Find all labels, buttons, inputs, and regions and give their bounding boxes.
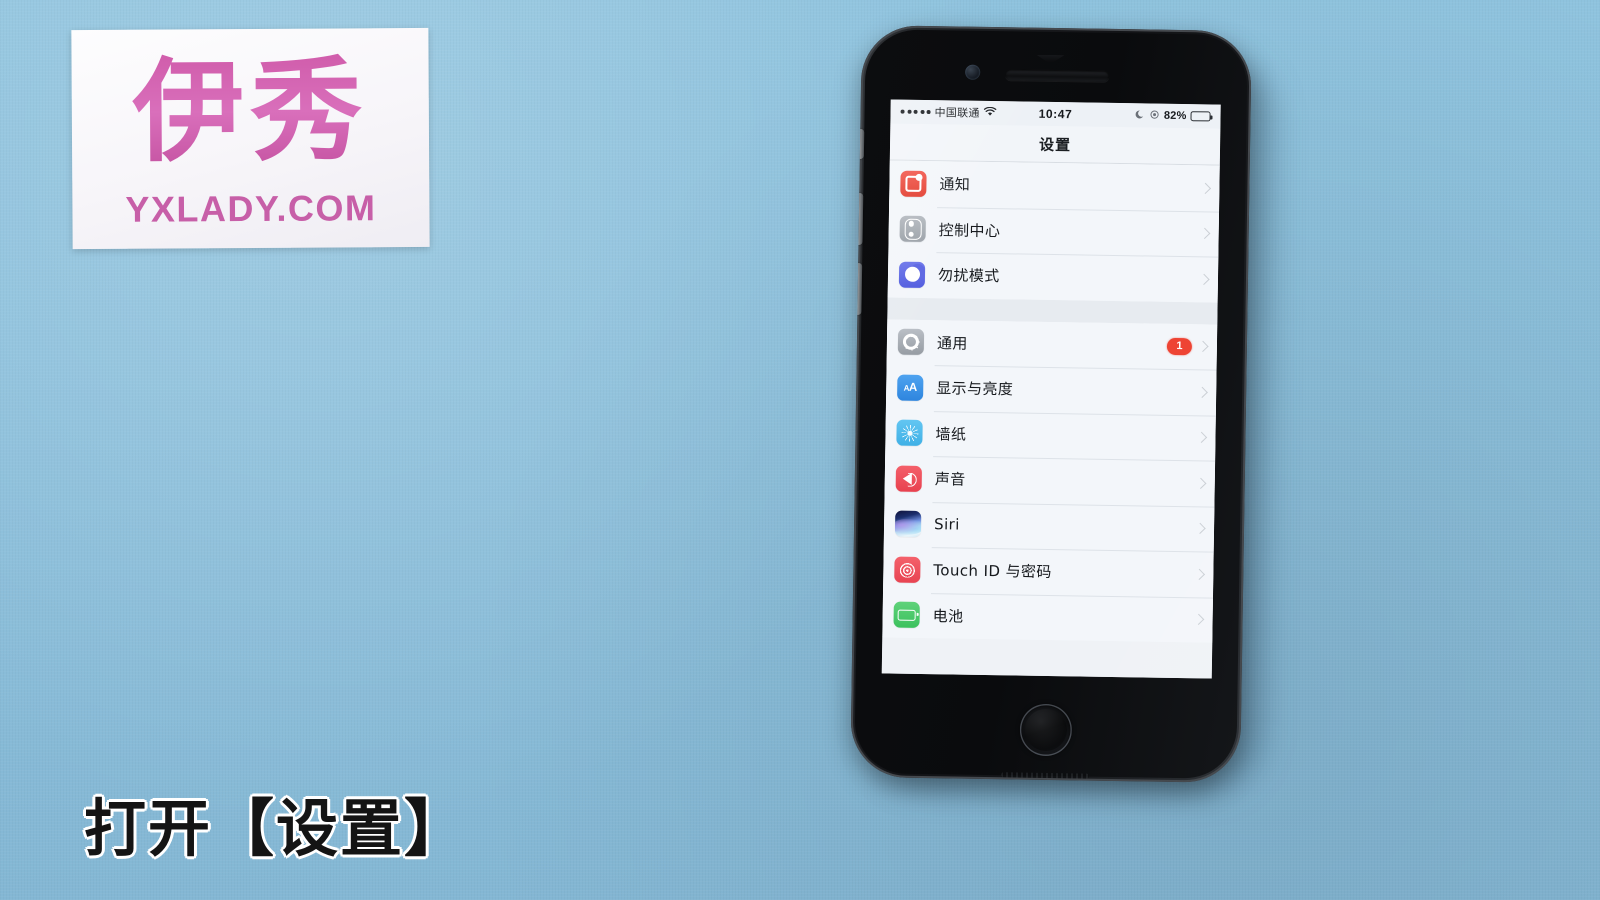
- row-accessory: [1195, 431, 1215, 444]
- row-label: 声音: [934, 470, 966, 489]
- earpiece-speaker-icon: [1005, 69, 1110, 82]
- row-label: Touch ID 与密码: [933, 561, 1052, 582]
- settings-group-2: 通用 1 AA 显示与亮度 墙纸 声音 Siri Touch ID 与密码 电池: [882, 318, 1218, 643]
- brand-logo-text: 伊秀: [71, 44, 429, 180]
- touch-id-icon: [894, 556, 921, 583]
- battery-icon: [1190, 111, 1213, 122]
- location-icon: [1150, 109, 1160, 122]
- status-bar-right: 82%: [1135, 109, 1213, 123]
- chevron-right-icon: [1193, 568, 1206, 580]
- sounds-icon: [895, 465, 923, 492]
- chevron-right-icon: [1195, 477, 1207, 489]
- row-accessory: [1193, 568, 1213, 580]
- row-label: 电池: [932, 606, 964, 626]
- settings-row-general[interactable]: 通用 1: [886, 318, 1218, 370]
- status-bar: 中国联通 10:47 82%: [890, 99, 1221, 129]
- status-badge: 1: [1166, 337, 1193, 355]
- row-label: 墙纸: [935, 424, 967, 444]
- row-accessory: 1: [1166, 337, 1217, 356]
- status-bar-left: 中国联通: [900, 104, 997, 122]
- display-icon: AA: [897, 374, 924, 401]
- row-accessory: [1192, 613, 1213, 626]
- row-label: Siri: [933, 515, 960, 534]
- row-accessory: [1196, 386, 1216, 398]
- chevron-right-icon: [1197, 340, 1209, 353]
- settings-row-wallpaper[interactable]: 墙纸: [885, 409, 1216, 461]
- bottom-speaker-grille: [1001, 772, 1090, 779]
- row-accessory: [1198, 273, 1218, 285]
- siri-icon: [894, 510, 922, 538]
- chevron-right-icon: [1194, 522, 1206, 535]
- chevron-right-icon: [1199, 182, 1212, 194]
- instruction-caption: 打开【设置】: [84, 792, 469, 865]
- watermark-logo-card: 伊秀 YXLADY.COM: [71, 27, 430, 250]
- settings-row-touch-id[interactable]: Touch ID 与密码: [883, 546, 1214, 598]
- general-icon: [897, 328, 925, 356]
- chevron-right-icon: [1198, 273, 1210, 285]
- carrier-name: 中国联通: [934, 106, 980, 120]
- chevron-right-icon: [1192, 613, 1205, 626]
- do-not-disturb-icon: [898, 261, 926, 288]
- row-accessory: [1194, 522, 1214, 535]
- row-label: 通知: [939, 175, 971, 194]
- signal-strength-icon: [900, 109, 931, 115]
- wallpaper-icon: [896, 419, 923, 447]
- wifi-icon: [984, 106, 997, 119]
- row-label: 显示与亮度: [936, 379, 1014, 399]
- chevron-right-icon: [1199, 227, 1211, 240]
- battery-icon: [893, 601, 920, 629]
- notifications-icon: [900, 170, 927, 197]
- settings-row-siri[interactable]: Siri: [883, 500, 1215, 552]
- row-accessory: [1195, 477, 1215, 489]
- row-label: 通用: [936, 333, 968, 353]
- battery-percent-label: 82%: [1163, 109, 1187, 123]
- settings-row-display-brightness[interactable]: AA 显示与亮度: [885, 364, 1217, 416]
- row-label: 控制中心: [938, 220, 1001, 240]
- row-label: 勿扰模式: [937, 266, 1000, 286]
- chevron-right-icon: [1196, 386, 1208, 398]
- moon-icon: [1135, 109, 1146, 122]
- iphone-device: 中国联通 10:47 82% 设置 通知 控制中心 勿扰模式 通用 1 AA 显…: [850, 24, 1252, 784]
- settings-row-do-not-disturb[interactable]: 勿扰模式: [887, 251, 1219, 303]
- settings-row-notifications[interactable]: 通知: [889, 160, 1220, 212]
- brand-domain-text: YXLADY.COM: [125, 187, 377, 230]
- row-accessory: [1199, 182, 1219, 194]
- settings-row-sounds[interactable]: 声音: [884, 455, 1216, 507]
- settings-group-1: 通知 控制中心 勿扰模式: [887, 160, 1220, 303]
- navigation-bar: 设置: [889, 123, 1221, 166]
- settings-row-battery[interactable]: 电池: [882, 591, 1213, 643]
- row-accessory: [1199, 227, 1219, 240]
- page-title: 设置: [1038, 135, 1072, 154]
- phone-screen: 中国联通 10:47 82% 设置 通知 控制中心 勿扰模式 通用 1 AA 显…: [881, 99, 1221, 679]
- settings-list[interactable]: 通知 控制中心 勿扰模式 通用 1 AA 显示与亮度 墙纸 声音 Siri To…: [881, 160, 1220, 679]
- chevron-right-icon: [1195, 431, 1208, 444]
- control-center-icon: [899, 215, 926, 243]
- settings-row-control-center[interactable]: 控制中心: [888, 205, 1220, 257]
